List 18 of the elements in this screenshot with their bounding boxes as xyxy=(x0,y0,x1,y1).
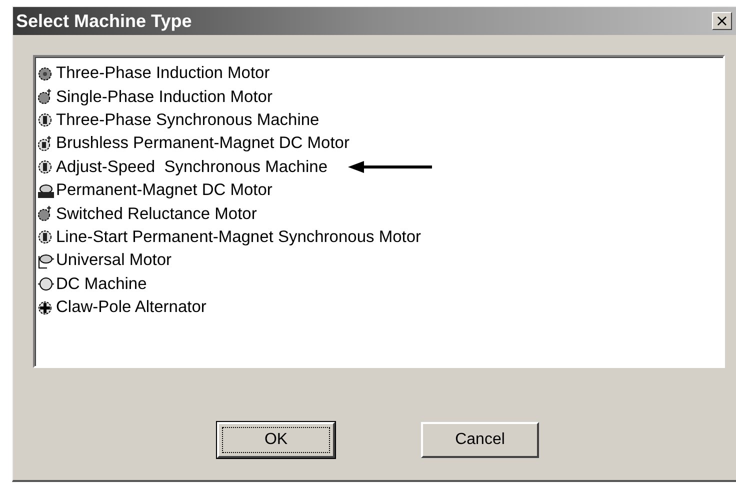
list-item[interactable]: Switched Reluctance Motor xyxy=(56,204,257,224)
window-title: Select Machine Type xyxy=(16,10,192,32)
motor-icon xyxy=(37,275,55,294)
motor-icon xyxy=(37,252,55,270)
dialog-button[interactable]: Cancel xyxy=(421,422,539,458)
list-item[interactable]: Universal Motor xyxy=(56,251,172,270)
list-item[interactable]: Adjust-Speed Synchronous Machine xyxy=(56,158,328,177)
list-item[interactable]: Single-Phase Induction Motor xyxy=(56,88,272,107)
dialog-button[interactable]: OK xyxy=(217,422,335,458)
list-item[interactable]: Three-Phase Induction Motor xyxy=(56,64,270,84)
list-item[interactable]: Brushless Permanent-Magnet DC Motor xyxy=(56,134,350,154)
list-item[interactable]: Line-Start Permanent-Magnet Synchronous Motor xyxy=(56,228,422,247)
list-item[interactable]: Claw-Pole Alternator xyxy=(56,298,206,318)
list-item[interactable]: DC Machine xyxy=(56,274,147,294)
close-button[interactable]: × xyxy=(712,12,732,30)
list-item[interactable]: Three-Phase Synchronous Machine xyxy=(56,110,320,130)
motor-icon xyxy=(37,182,55,200)
list-item[interactable]: Permanent-Magnet DC Motor xyxy=(56,181,272,200)
